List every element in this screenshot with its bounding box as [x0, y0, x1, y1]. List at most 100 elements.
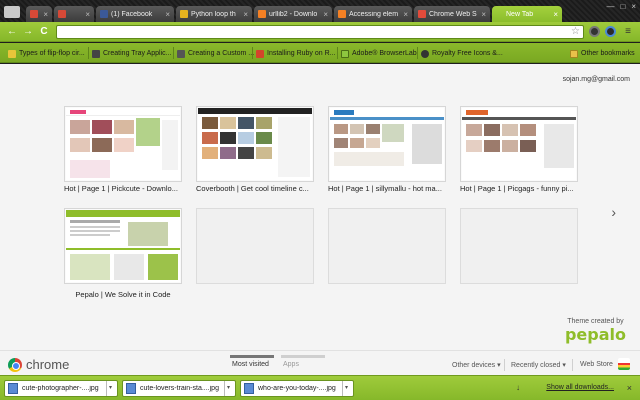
maximize-icon[interactable]: □: [620, 2, 625, 11]
extension-icon[interactable]: [605, 26, 616, 37]
tab-close-icon[interactable]: ×: [553, 10, 558, 19]
other-devices-menu[interactable]: Other devices ▾: [452, 361, 501, 369]
empty-tile: [196, 208, 314, 284]
webstore-icon[interactable]: [618, 358, 630, 370]
minimize-icon[interactable]: —: [606, 2, 614, 11]
download-item[interactable]: cute-photographer-....jpg ▾: [4, 380, 118, 397]
recently-closed-menu[interactable]: Recently closed ▾: [511, 361, 566, 369]
user-icon: [421, 49, 429, 58]
facebook-icon: [100, 10, 108, 18]
reload-icon[interactable]: C: [38, 26, 50, 38]
stackoverflow-icon: [258, 10, 266, 18]
user-email[interactable]: sojan.mg@gmail.com: [563, 76, 630, 83]
tab-strip: × × (1) Facebook × Python loop th × urll…: [0, 0, 640, 22]
new-tab-page: sojan.mg@gmail.com Hot | Page 1 | Pickcu…: [0, 64, 640, 375]
download-arrow-icon: ↓: [516, 383, 520, 392]
bookmark-item[interactable]: Creating a Custom ...: [177, 48, 254, 59]
tab-close-icon[interactable]: ×: [243, 10, 248, 19]
tab-python-loop[interactable]: Python loop th ×: [176, 6, 252, 22]
thumbnail: [330, 108, 444, 180]
download-item[interactable]: who-are-you-today-....jpg ▾: [240, 380, 354, 397]
window-controls: — □ ×: [606, 2, 636, 11]
page-icon: [8, 49, 16, 58]
web-store-link[interactable]: Web Store: [580, 361, 613, 368]
thumbnail: [66, 210, 180, 282]
pepalo-logo[interactable]: pepalo: [565, 325, 626, 344]
tab-close-icon[interactable]: ×: [323, 10, 328, 19]
chevron-down-icon[interactable]: ▾: [342, 381, 350, 396]
bookmark-item[interactable]: Royalty Free Icons &...: [421, 48, 503, 59]
show-all-downloads-link[interactable]: Show all downloads...: [546, 384, 614, 391]
ntp-footer: chrome Most visited Apps Other devices ▾…: [0, 350, 640, 375]
tile-caption[interactable]: Hot | Page 1 | Picgags - funny pi...: [460, 184, 578, 193]
most-visited-tile[interactable]: [196, 106, 314, 182]
tab-new-tab[interactable]: New Tab ×: [492, 6, 562, 22]
close-window-icon[interactable]: ×: [631, 2, 636, 11]
theme-credits: Theme created by pepalo: [565, 318, 626, 344]
download-item[interactable]: cute-lovers-train-sta....jpg ▾: [122, 380, 236, 397]
chevron-down-icon: ▾: [497, 362, 501, 369]
image-file-icon: [8, 383, 18, 394]
bookmark-item[interactable]: Types of flip-flop cir...: [8, 48, 85, 59]
tab-accessing-elem[interactable]: Accessing elem ×: [334, 6, 412, 22]
tab-gmail-2[interactable]: ×: [54, 6, 94, 22]
tab-close-icon[interactable]: ×: [165, 10, 170, 19]
adobe-icon: [341, 49, 349, 58]
tab-close-icon[interactable]: ×: [403, 10, 408, 19]
tile-caption[interactable]: Hot | Page 1 | sillymallu - hot ma...: [328, 184, 446, 193]
menu-icon[interactable]: ≡: [622, 26, 634, 38]
chrome-wordmark: chrome: [26, 357, 70, 372]
image-file-icon: [244, 383, 254, 394]
most-visited-tile[interactable]: [328, 106, 446, 182]
next-page-icon[interactable]: ›: [611, 204, 616, 220]
profile-avatar-icon[interactable]: [4, 6, 20, 18]
chevron-down-icon[interactable]: ▾: [106, 381, 114, 396]
download-shelf: cute-photographer-....jpg ▾ cute-lovers-…: [0, 375, 640, 400]
page-icon: [92, 49, 100, 58]
back-icon[interactable]: ←: [6, 26, 18, 38]
toolbar: ← → C ☆ ≡: [0, 22, 640, 42]
thumbnail: [66, 108, 180, 180]
theme-credit-label: Theme created by: [567, 318, 624, 325]
bookmarks-bar: Types of flip-flop cir... Creating Tray …: [0, 43, 640, 63]
python-icon: [180, 10, 188, 18]
tile-caption[interactable]: Hot | Page 1 | Pickcute - Downlo...: [64, 184, 182, 193]
tab-most-visited[interactable]: Most visited: [232, 361, 269, 368]
gmail-icon: [58, 10, 66, 18]
most-visited-tile[interactable]: [64, 106, 182, 182]
bookmark-item[interactable]: Adobe® BrowserLab: [341, 48, 417, 59]
bookmark-item[interactable]: Creating Tray Applic...: [92, 48, 171, 59]
bookmark-star-icon[interactable]: ☆: [571, 26, 580, 37]
tab-close-icon[interactable]: ×: [85, 10, 90, 19]
thumbnail: [198, 108, 312, 180]
tab-indicator: [230, 355, 274, 358]
tile-caption[interactable]: Pepalo | We Solve it in Code: [64, 290, 182, 299]
tab-indicator: [281, 355, 325, 358]
tab-close-icon[interactable]: ×: [481, 10, 486, 19]
tile-caption[interactable]: Coverbooth | Get cool timeline c...: [196, 184, 314, 193]
forward-icon[interactable]: →: [22, 26, 34, 38]
thumbnail: [462, 108, 576, 180]
address-bar[interactable]: ☆: [56, 25, 584, 39]
gmail-icon: [30, 10, 38, 18]
webstore-icon: [418, 10, 426, 18]
tab-urllib2[interactable]: urllib2 - Downlo ×: [254, 6, 332, 22]
tab-apps[interactable]: Apps: [283, 361, 299, 368]
other-bookmarks[interactable]: Other bookmarks: [570, 48, 635, 59]
chevron-down-icon[interactable]: ▾: [224, 381, 232, 396]
folder-icon: [570, 49, 578, 58]
tab-facebook[interactable]: (1) Facebook ×: [96, 6, 174, 22]
bookmark-item[interactable]: Installing Ruby on R...: [256, 48, 335, 59]
most-visited-tile[interactable]: [460, 106, 578, 182]
page-icon: [177, 49, 185, 58]
empty-tile: [328, 208, 446, 284]
tab-gmail-1[interactable]: ×: [26, 6, 52, 22]
image-file-icon: [126, 383, 136, 394]
most-visited-tile[interactable]: [64, 208, 182, 284]
tab-chrome-web-store[interactable]: Chrome Web S ×: [414, 6, 490, 22]
empty-tile: [460, 208, 578, 284]
close-icon[interactable]: ×: [627, 383, 632, 393]
ruby-icon: [256, 49, 264, 58]
extension-icon[interactable]: [589, 26, 600, 37]
tab-close-icon[interactable]: ×: [43, 10, 48, 19]
